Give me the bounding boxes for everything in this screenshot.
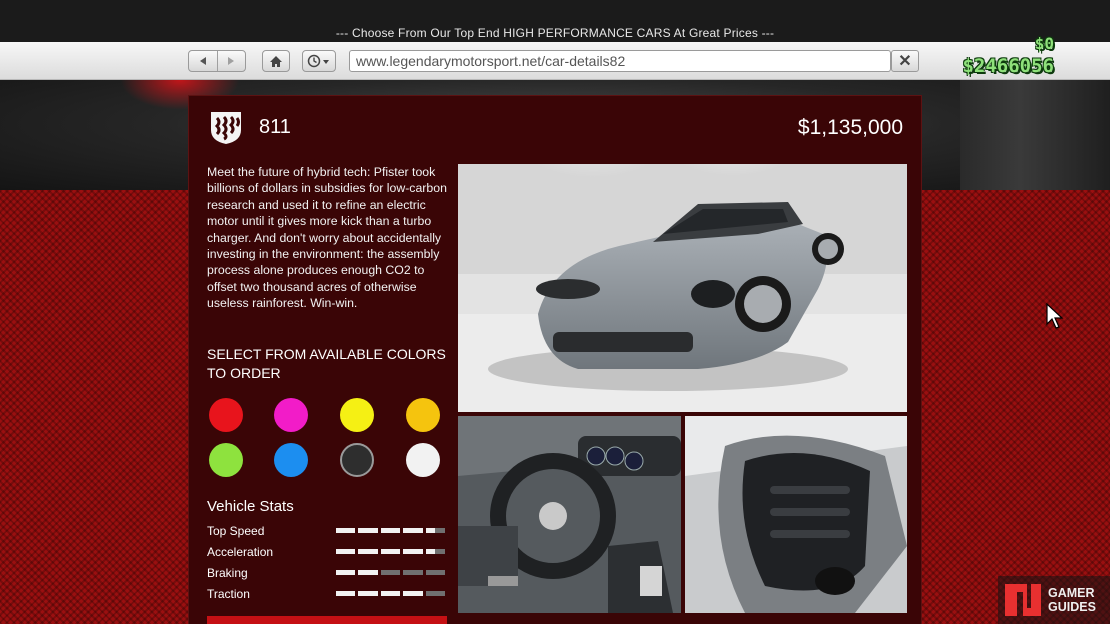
stat-acceleration: Acceleration	[207, 545, 447, 561]
stat-segment-fill	[358, 570, 378, 575]
car-price: $1,135,000	[797, 116, 903, 139]
stat-bar	[336, 528, 446, 533]
stat-label: Acceleration	[207, 545, 274, 559]
stat-segment	[358, 549, 378, 554]
stat-segment-fill	[336, 528, 356, 533]
stat-segment-fill	[358, 549, 378, 554]
stat-segment-fill	[425, 528, 436, 533]
browser-toolbar: www.legendarymotorsport.net/car-details8…	[0, 42, 1110, 80]
stat-segment	[403, 549, 423, 554]
stat-segment-fill	[380, 591, 401, 596]
stat-segment-fill	[403, 528, 423, 533]
banner-title: --- Choose From Our Top End HIGH PERFORM…	[335, 26, 775, 40]
color-swatch-pink[interactable]	[274, 398, 308, 432]
color-swatch-red[interactable]	[209, 398, 243, 432]
stat-traction: Traction	[207, 587, 447, 603]
car-exterior-photo[interactable]	[458, 164, 907, 412]
color-swatch-blue[interactable]	[274, 443, 308, 477]
car-interior-photo[interactable]	[458, 416, 681, 613]
stat-segment	[358, 570, 378, 575]
colors-heading: SELECT FROM AVAILABLE COLORS TO ORDER	[207, 346, 446, 381]
stat-segment-fill	[358, 528, 378, 533]
url-input[interactable]: www.legendarymotorsport.net/car-details8…	[349, 50, 891, 72]
stat-segment	[336, 549, 356, 554]
nav-button-group	[188, 50, 246, 72]
stat-segment	[403, 591, 423, 596]
stat-bar	[336, 570, 446, 575]
stat-segment	[358, 528, 378, 533]
stat-bar	[336, 591, 446, 596]
mouse-cursor-icon	[1046, 303, 1064, 329]
close-icon[interactable]: ✕	[891, 50, 919, 72]
vehicle-stats-heading: Vehicle Stats	[207, 498, 294, 515]
stat-segment-fill	[380, 549, 401, 554]
stat-segment-fill	[403, 591, 423, 596]
history-clock-icon[interactable]	[302, 50, 336, 72]
stat-segment	[380, 591, 401, 596]
stat-segment	[380, 570, 401, 575]
stat-label: Top Speed	[207, 524, 265, 538]
watermark-line1: GAMER	[1048, 586, 1095, 600]
stat-segment	[425, 570, 446, 575]
stat-top-speed: Top Speed	[207, 524, 447, 540]
car-name: 811	[259, 116, 291, 138]
stat-braking: Braking	[207, 566, 447, 582]
stat-segment	[358, 591, 378, 596]
stat-segment	[425, 591, 446, 596]
cash-secondary: $0	[1034, 34, 1054, 53]
stat-segment	[336, 570, 356, 575]
stat-segment	[403, 570, 423, 575]
stat-bar	[336, 549, 446, 554]
gamer-guides-text: GAMER GUIDES	[1048, 586, 1096, 614]
stat-segment	[403, 528, 423, 533]
back-arrow-icon[interactable]	[189, 51, 217, 71]
color-swatch-yellow[interactable]	[340, 398, 374, 432]
gamer-guides-logo	[1005, 584, 1041, 616]
stat-segment-fill	[336, 549, 356, 554]
cash-balance: $2466056	[962, 55, 1054, 77]
stat-label: Traction	[207, 587, 250, 601]
stat-segment-fill	[336, 591, 356, 596]
stat-segment	[380, 528, 401, 533]
forward-arrow-icon[interactable]	[216, 51, 246, 71]
stat-segment	[336, 528, 356, 533]
watermark-line2: GUIDES	[1048, 600, 1096, 614]
pfister-logo	[211, 112, 241, 144]
car-description: Meet the future of hybrid tech: Pfister …	[207, 165, 447, 311]
stat-segment-fill	[336, 570, 356, 575]
car-details-panel: 811 $1,135,000 Meet the future of hybrid…	[188, 95, 922, 624]
color-swatch-green[interactable]	[209, 443, 243, 477]
stat-segment-fill	[425, 549, 436, 554]
stat-label: Braking	[207, 566, 248, 580]
color-swatch-white[interactable]	[406, 443, 440, 477]
color-swatch-black[interactable]	[340, 443, 374, 477]
car-engine-photo[interactable]	[685, 416, 907, 613]
color-swatch-gold[interactable]	[406, 398, 440, 432]
stat-segment-fill	[358, 591, 378, 596]
stat-segment	[425, 549, 446, 554]
gamer-guides-watermark: GAMER GUIDES	[998, 576, 1110, 624]
home-icon[interactable]	[262, 50, 290, 72]
order-button[interactable]	[207, 616, 447, 624]
top-banner: --- Choose From Our Top End HIGH PERFORM…	[0, 0, 1110, 42]
stat-segment-fill	[403, 549, 423, 554]
stat-segment-fill	[380, 528, 401, 533]
stat-segment	[425, 528, 446, 533]
stat-segment	[336, 591, 356, 596]
stat-segment	[380, 549, 401, 554]
